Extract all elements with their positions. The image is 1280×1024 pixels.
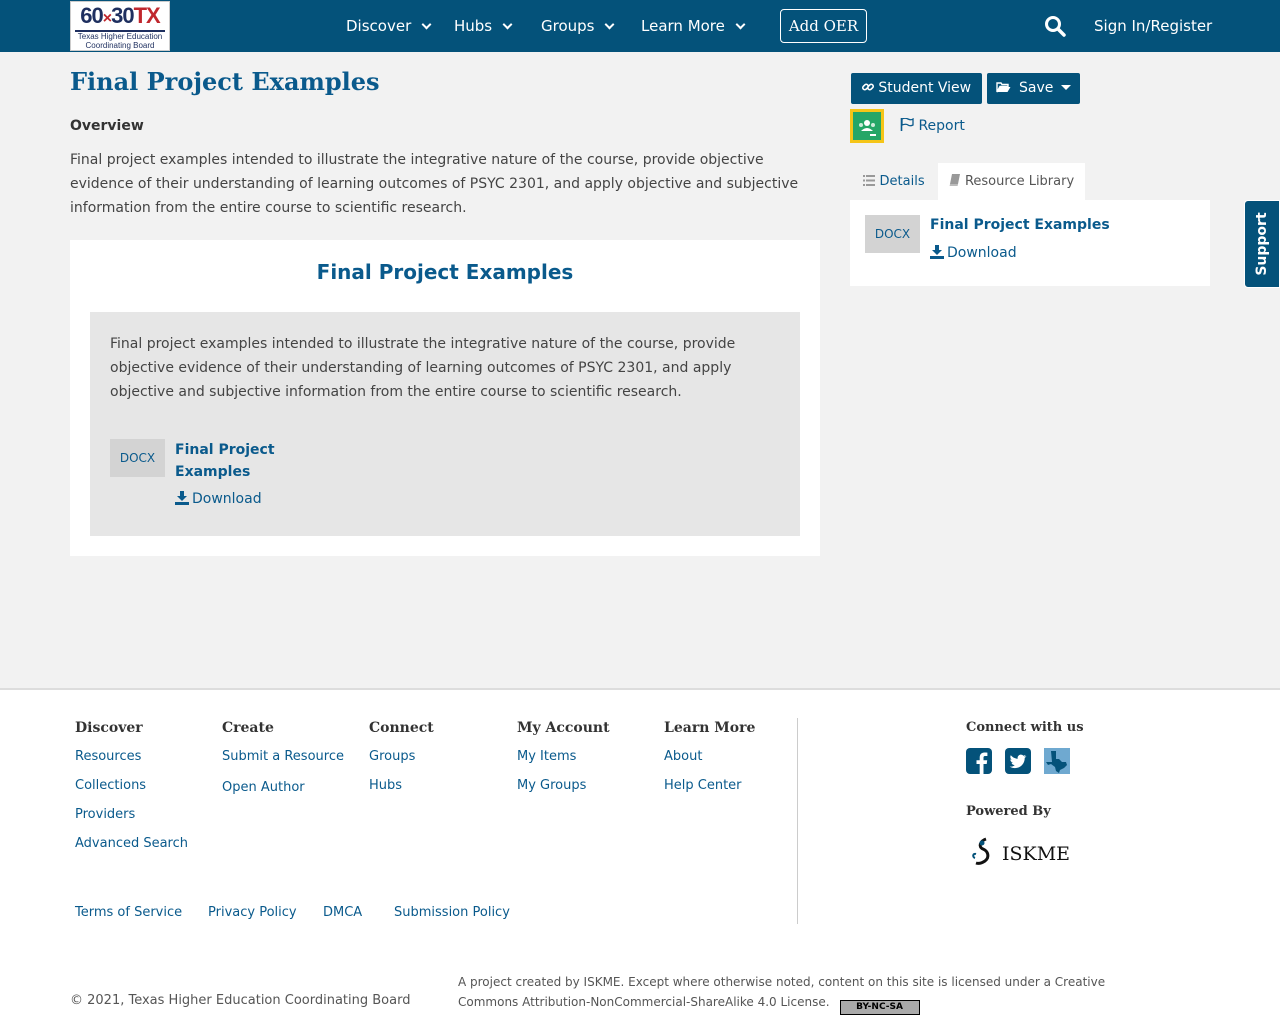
copyright-text: © 2021, Texas Higher Education Coordinat…	[70, 993, 411, 1008]
resource-library-panel: DOCX Final Project Examples Download	[850, 200, 1210, 286]
footer-heading-create: Create	[222, 720, 274, 736]
resource-title-link[interactable]: Final Project Examples	[175, 439, 295, 483]
search-icon[interactable]	[1044, 15, 1066, 37]
footer: Discover Resources Collections Providers…	[0, 688, 1280, 1024]
footer-link-hubs[interactable]: Hubs	[369, 777, 402, 795]
resource-card: Final Project Examples Final project exa…	[70, 240, 820, 556]
card-content-panel: Final project examples intended to illus…	[90, 312, 800, 536]
support-tab[interactable]: Support	[1244, 200, 1280, 288]
chevron-down-icon	[605, 19, 615, 30]
logo-subtitle: Texas Higher Education Coordinating Boar…	[77, 32, 163, 50]
site-logo[interactable]: 60×30TX Texas Higher Education Coordinat…	[70, 1, 170, 51]
footer-link-terms[interactable]: Terms of Service	[75, 904, 182, 922]
google-classroom-icon	[853, 112, 881, 140]
add-oer-button[interactable]: Add OER	[780, 9, 867, 43]
footer-link-groups[interactable]: Groups	[369, 748, 415, 766]
footer-link-providers[interactable]: Providers	[75, 806, 135, 824]
footer-heading-learn-more: Learn More	[664, 720, 756, 736]
footer-link-privacy[interactable]: Privacy Policy	[208, 904, 297, 922]
overview-text: Final project examples intended to illus…	[70, 152, 799, 216]
footer-link-submit-resource[interactable]: Submit a Resource	[222, 748, 344, 766]
footer-link-dmca[interactable]: DMCA	[323, 904, 362, 922]
cc-license-badge[interactable]: BY-NC-SA	[839, 1000, 920, 1015]
footer-link-submission-policy[interactable]: Submission Policy	[394, 904, 510, 922]
connect-with-us-heading: Connect with us	[966, 720, 1084, 735]
caret-down-icon	[1061, 85, 1072, 90]
page-title: Final Project Examples	[70, 67, 380, 96]
google-classroom-button[interactable]	[850, 109, 884, 143]
footer-link-advanced-search[interactable]: Advanced Search	[75, 835, 188, 853]
list-icon	[863, 175, 876, 186]
overview-heading: Overview	[70, 118, 144, 134]
logo-wordmark: 60×30TX	[80, 3, 160, 28]
footer-link-open-author[interactable]: Open Author	[222, 779, 305, 797]
footer-link-collections[interactable]: Collections	[75, 777, 146, 795]
twitter-icon[interactable]	[1005, 748, 1031, 774]
powered-by-heading: Powered By	[966, 804, 1051, 819]
footer-link-my-items[interactable]: My Items	[517, 748, 576, 766]
link-icon	[861, 83, 874, 91]
flag-icon	[900, 117, 914, 131]
docx-file-badge: DOCX	[865, 215, 920, 253]
iskme-logo[interactable]: ISKME	[970, 836, 1070, 872]
footer-link-help-center[interactable]: Help Center	[664, 777, 742, 795]
student-view-button[interactable]: Student View	[851, 73, 982, 104]
nav-hubs[interactable]: Hubs	[454, 16, 513, 36]
tab-resource-library[interactable]: Resource Library	[938, 163, 1085, 200]
download-link[interactable]: Download	[175, 489, 262, 509]
license-text: A project created by ISKME. Except where…	[458, 972, 1148, 1015]
card-description: Final project examples intended to illus…	[110, 336, 736, 400]
tab-details[interactable]: Details	[850, 163, 938, 200]
folder-open-icon	[995, 82, 1011, 93]
footer-heading-my-account: My Account	[517, 720, 610, 736]
footer-link-about[interactable]: About	[664, 748, 702, 766]
download-icon	[930, 245, 944, 259]
iskme-swirl-icon	[972, 837, 990, 865]
nav-groups[interactable]: Groups	[541, 16, 615, 36]
chevron-down-icon	[421, 19, 432, 30]
download-link[interactable]: Download	[930, 243, 1017, 263]
footer-link-my-groups[interactable]: My Groups	[517, 777, 586, 795]
top-navbar: 60×30TX Texas Higher Education Coordinat…	[0, 0, 1280, 52]
signin-link[interactable]: Sign In/Register	[1094, 16, 1212, 36]
resource-title-link[interactable]: Final Project Examples	[930, 214, 1110, 236]
footer-divider	[797, 718, 798, 924]
texas-icon[interactable]	[1044, 748, 1070, 774]
nav-discover[interactable]: Discover	[346, 16, 432, 36]
card-title: Final Project Examples	[316, 260, 574, 284]
book-icon	[949, 174, 960, 186]
facebook-icon[interactable]	[966, 748, 992, 774]
download-icon	[175, 491, 189, 505]
footer-heading-connect: Connect	[369, 720, 434, 736]
chevron-down-icon	[735, 19, 746, 30]
iskme-wordmark: ISKME	[1002, 843, 1071, 865]
report-link[interactable]: Report	[900, 116, 965, 136]
support-label: Support	[1254, 212, 1270, 276]
nav-learn-more[interactable]: Learn More	[641, 16, 746, 36]
footer-heading-discover: Discover	[75, 720, 143, 736]
save-button[interactable]: Save	[987, 73, 1080, 104]
footer-link-resources[interactable]: Resources	[75, 748, 141, 766]
chevron-down-icon	[502, 19, 513, 30]
docx-file-badge: DOCX	[110, 439, 165, 477]
